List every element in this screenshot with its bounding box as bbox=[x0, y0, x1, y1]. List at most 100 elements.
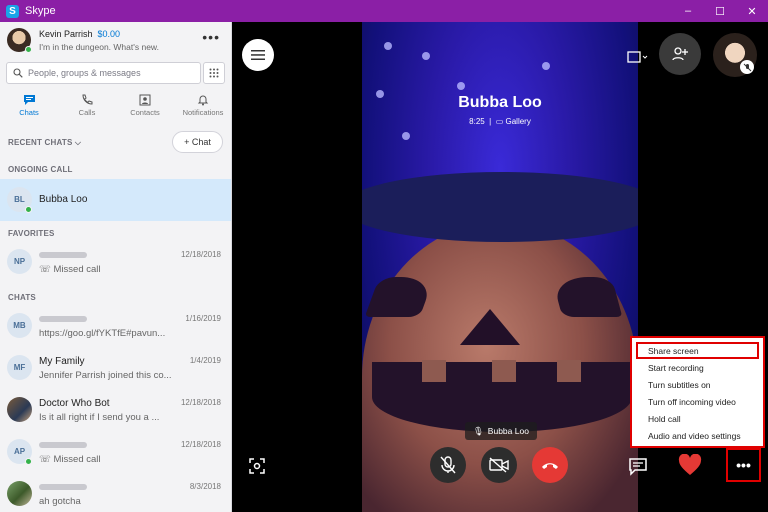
last-message: Missed call bbox=[53, 264, 101, 275]
contact-name: Doctor Who Bot bbox=[39, 398, 110, 409]
timestamp: 8/3/2018 bbox=[189, 482, 221, 491]
ellipsis-icon: ••• bbox=[736, 457, 751, 473]
dialpad-icon bbox=[209, 68, 219, 78]
ongoing-call-row[interactable]: BL Bubba Loo bbox=[0, 179, 231, 221]
tab-calls[interactable]: Calls bbox=[58, 92, 116, 126]
last-message: ah gotcha bbox=[39, 496, 81, 507]
menu-item-av-settings[interactable]: Audio and video settings bbox=[636, 427, 759, 444]
tab-chats[interactable]: Chats bbox=[0, 92, 58, 126]
minimize-button[interactable]: – bbox=[672, 0, 704, 22]
list-item[interactable]: ah gotcha 8/3/2018 bbox=[0, 473, 231, 512]
skype-credit[interactable]: $0.00 bbox=[98, 29, 121, 39]
redacted-name bbox=[39, 484, 87, 490]
search-box[interactable] bbox=[6, 62, 201, 84]
mood-message: I'm in the dungeon. What's new. bbox=[39, 42, 159, 52]
witch-hat bbox=[362, 172, 638, 242]
list-item[interactable]: NP ☏ Missed call 12/18/2018 bbox=[0, 241, 231, 283]
menu-item-incoming-video[interactable]: Turn off incoming video bbox=[636, 393, 759, 410]
avatar: MF bbox=[7, 355, 32, 380]
nav-tabs: Chats Calls Contacts Notifications bbox=[0, 92, 231, 126]
avatar bbox=[7, 481, 32, 506]
presence-indicator bbox=[25, 206, 32, 213]
new-chat-button[interactable]: + Chat bbox=[172, 131, 223, 153]
tab-contacts[interactable]: Contacts bbox=[116, 92, 174, 126]
avatar: MB bbox=[7, 313, 32, 338]
ongoing-call-heading: ONGOING CALL bbox=[8, 165, 73, 174]
redacted-name bbox=[39, 316, 87, 322]
last-message: https://goo.gl/fYKTfE#pavun... bbox=[39, 328, 166, 339]
gallery-icon: ▭ bbox=[495, 117, 504, 126]
search-input[interactable] bbox=[28, 68, 198, 78]
view-mode[interactable]: Gallery bbox=[506, 117, 531, 126]
maximize-button[interactable]: ☐ bbox=[704, 0, 736, 22]
close-button[interactable]: ✕ bbox=[736, 0, 768, 22]
video-toggle-button[interactable] bbox=[481, 447, 517, 483]
chevron-down-icon: ⌵ bbox=[74, 138, 82, 147]
title-bar: S Skype – ☐ ✕ bbox=[0, 0, 768, 22]
chat-toggle-icon[interactable] bbox=[628, 456, 648, 476]
list-item[interactable]: MF My Family Jennifer Parrish joined thi… bbox=[0, 347, 231, 389]
contacts-icon bbox=[139, 94, 151, 106]
last-message: Missed call bbox=[53, 454, 101, 465]
video-off-icon bbox=[489, 457, 509, 473]
presence-indicator bbox=[25, 46, 32, 53]
mic-off-icon bbox=[440, 456, 456, 474]
bell-icon bbox=[197, 95, 209, 106]
menu-item-hold-call[interactable]: Hold call bbox=[636, 410, 759, 427]
participant-label: 🎙 Bubba Loo bbox=[465, 422, 537, 440]
profile-header[interactable]: Kevin Parrish $0.00 I'm in the dungeon. W… bbox=[0, 22, 231, 60]
sidebar: Kevin Parrish $0.00 I'm in the dungeon. W… bbox=[0, 22, 232, 512]
timestamp: 1/4/2019 bbox=[189, 356, 221, 365]
contact-name: My Family bbox=[39, 356, 85, 367]
avatar: NP bbox=[7, 249, 32, 274]
recent-chats-dropdown[interactable]: RECENT CHATS ⌵ bbox=[8, 138, 81, 148]
add-person-icon bbox=[672, 47, 688, 61]
menu-item-start-recording[interactable]: Start recording bbox=[636, 359, 759, 376]
timestamp: 12/18/2018 bbox=[180, 398, 221, 407]
heart-reaction-icon[interactable] bbox=[678, 454, 702, 476]
snapshot-icon[interactable] bbox=[248, 457, 266, 475]
missed-call-icon: ☏ bbox=[39, 454, 51, 465]
avatar bbox=[7, 397, 32, 422]
hang-up-icon bbox=[542, 463, 558, 469]
end-call-button[interactable] bbox=[532, 447, 568, 483]
window-title: Skype bbox=[25, 5, 56, 17]
redacted-name bbox=[39, 252, 87, 258]
redacted-name bbox=[39, 442, 87, 448]
call-duration: 8:25 bbox=[469, 117, 485, 126]
more-options-button[interactable]: ••• bbox=[726, 448, 761, 482]
mute-button[interactable] bbox=[430, 447, 466, 483]
layout-icon bbox=[627, 51, 648, 63]
timestamp: 1/16/2019 bbox=[185, 314, 221, 323]
hamburger-menu-button[interactable] bbox=[242, 39, 274, 71]
layout-switch-button[interactable] bbox=[624, 48, 650, 66]
menu-item-share-screen[interactable]: Share screen bbox=[636, 342, 759, 359]
favorites-heading: FAVORITES bbox=[8, 229, 55, 238]
chats-heading: CHATS bbox=[8, 293, 36, 302]
profile-name: Kevin Parrish bbox=[39, 29, 93, 39]
menu-item-subtitles[interactable]: Turn subtitles on bbox=[636, 376, 759, 393]
timestamp: 12/18/2018 bbox=[180, 440, 221, 449]
phone-icon bbox=[82, 94, 93, 105]
more-options-menu: Share screen Start recording Turn subtit… bbox=[630, 336, 765, 448]
list-item[interactable]: Doctor Who Bot Is it all right if I send… bbox=[0, 389, 231, 431]
more-options-icon[interactable]: ••• bbox=[202, 29, 220, 45]
mic-off-icon bbox=[740, 60, 754, 74]
skype-logo-icon: S bbox=[6, 4, 19, 18]
presence-indicator bbox=[25, 458, 32, 465]
add-people-button[interactable] bbox=[659, 33, 701, 75]
dialpad-button[interactable] bbox=[203, 62, 225, 84]
last-message: Is it all right if I send you a ... bbox=[39, 412, 160, 423]
list-item[interactable]: AP ☏ Missed call 12/18/2018 bbox=[0, 431, 231, 473]
contact-name: Bubba Loo bbox=[39, 194, 88, 205]
last-message: Jennifer Parrish joined this co... bbox=[39, 370, 172, 381]
tab-notifications[interactable]: Notifications bbox=[174, 92, 231, 126]
mic-off-icon: 🎙 bbox=[473, 425, 484, 436]
search-icon bbox=[13, 68, 23, 78]
timestamp: 12/18/2018 bbox=[180, 250, 221, 259]
list-item[interactable]: MB https://goo.gl/fYKTfE#pavun... 1/16/2… bbox=[0, 305, 231, 347]
hamburger-icon bbox=[251, 50, 265, 60]
missed-call-icon: ☏ bbox=[39, 264, 51, 275]
chat-bubble-icon bbox=[23, 95, 35, 105]
callee-name: Bubba Loo bbox=[458, 94, 542, 111]
